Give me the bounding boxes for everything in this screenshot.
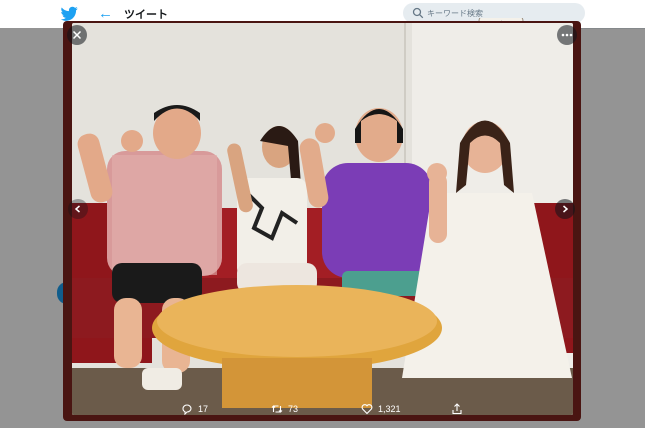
page-title: ツイート (124, 9, 168, 21)
media-lightbox (63, 21, 581, 421)
next-image-button[interactable] (555, 199, 575, 219)
more-icon (561, 33, 573, 37)
like-button[interactable]: 1,321 (361, 401, 401, 417)
search-icon (412, 7, 424, 19)
tweet-actions-bar: 17 73 1,321 (63, 397, 581, 421)
chevron-left-icon (74, 205, 80, 213)
retweet-icon (271, 405, 283, 413)
share-button[interactable] (451, 401, 463, 417)
reply-button[interactable]: 17 (181, 401, 208, 417)
reply-icon (182, 404, 192, 415)
more-options-button[interactable] (557, 25, 577, 45)
like-count: 1,321 (378, 404, 401, 414)
tweet-photo[interactable] (72, 23, 573, 415)
previous-image-button[interactable] (68, 199, 88, 219)
chevron-right-icon (563, 205, 569, 213)
like-icon (361, 404, 373, 415)
reply-count: 17 (198, 404, 209, 414)
retweet-button[interactable]: 73 (271, 401, 298, 417)
close-button[interactable] (67, 25, 87, 45)
close-icon (72, 30, 82, 40)
retweet-count: 73 (288, 404, 299, 414)
share-icon (452, 403, 462, 415)
